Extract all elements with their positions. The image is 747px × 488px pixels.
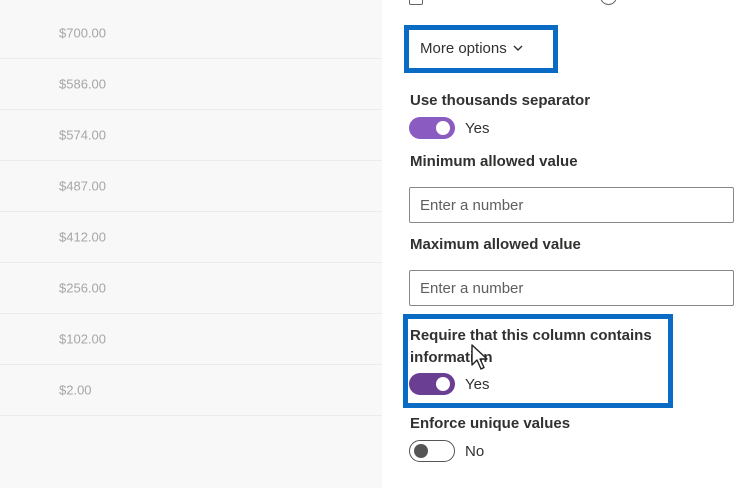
unique-values-toggle[interactable] [409, 440, 455, 462]
thousands-separator-label: Use thousands separator [410, 92, 591, 109]
amount-cell: $102.00 [59, 331, 106, 347]
info-icon[interactable] [600, 0, 617, 5]
amount-cell: $700.00 [59, 25, 106, 41]
require-information-label: Require that this column contains inform… [410, 327, 652, 366]
amount-cell: $412.00 [59, 229, 106, 245]
thousands-separator-state: Yes [465, 119, 490, 137]
list-row[interactable]: $586.00 [0, 59, 382, 110]
amount-cell: $256.00 [59, 280, 106, 296]
list-row[interactable]: $574.00 [0, 110, 382, 161]
checkbox-fragment[interactable] [409, 0, 423, 5]
mouse-cursor-icon [471, 344, 488, 370]
maximum-value-input[interactable] [409, 270, 734, 306]
require-information-state: Yes [465, 375, 490, 393]
minimum-value-input[interactable] [409, 187, 734, 223]
more-options-button[interactable]: More options [420, 38, 523, 58]
minimum-value-label: Minimum allowed value [410, 153, 578, 170]
require-information-toggle-row: Yes [409, 373, 489, 395]
thousands-separator-toggle-row: Yes [409, 117, 489, 139]
chevron-down-icon [513, 45, 523, 51]
list-row[interactable]: $256.00 [0, 263, 382, 314]
amount-cell: $2.00 [59, 382, 92, 398]
more-options-label: More options [420, 39, 507, 57]
list-row[interactable]: $487.00 [0, 161, 382, 212]
require-information-toggle[interactable] [409, 373, 455, 395]
list-row[interactable]: $700.00 [0, 8, 382, 59]
amount-cell: $487.00 [59, 178, 106, 194]
unique-values-toggle-row: No [409, 440, 484, 462]
toggle-knob [436, 377, 450, 391]
amount-list: $700.00 $586.00 $574.00 $487.00 $412.00 … [0, 0, 382, 488]
amount-cell: $574.00 [59, 127, 106, 143]
unique-values-state: No [465, 442, 485, 460]
list-row[interactable]: $412.00 [0, 212, 382, 263]
column-settings-panel: More options Use thousands separator Yes… [382, 0, 747, 488]
list-row[interactable]: $102.00 [0, 314, 382, 365]
amount-cell: $586.00 [59, 76, 106, 92]
maximum-value-label: Maximum allowed value [410, 236, 581, 253]
toggle-knob [436, 121, 450, 135]
thousands-separator-toggle[interactable] [409, 117, 455, 139]
list-row[interactable]: $2.00 [0, 365, 382, 416]
toggle-knob [414, 444, 428, 458]
unique-values-label: Enforce unique values [410, 415, 571, 432]
